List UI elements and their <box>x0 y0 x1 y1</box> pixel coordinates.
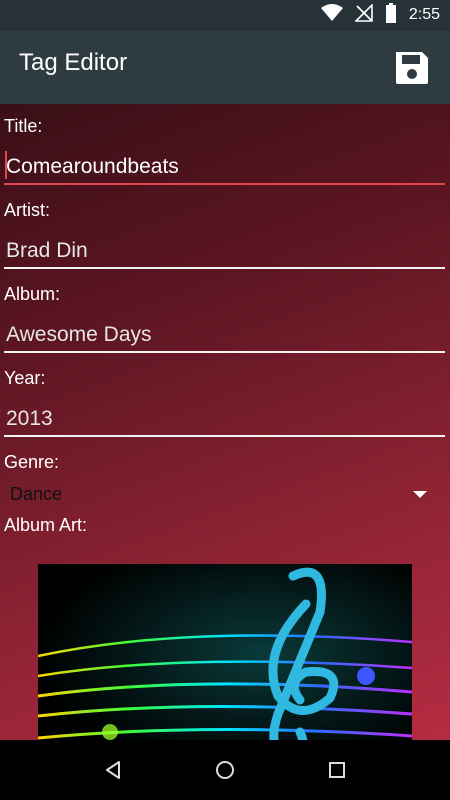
album-art-image[interactable] <box>38 564 412 740</box>
navigation-bar <box>0 740 450 800</box>
dropdown-arrow-icon <box>413 491 427 498</box>
back-button[interactable] <box>98 755 128 785</box>
status-icons: 2:55 <box>320 2 440 28</box>
artist-field-underline <box>4 267 445 269</box>
genre-label: Genre: <box>4 452 60 472</box>
home-icon <box>216 761 234 779</box>
home-button[interactable] <box>210 755 240 785</box>
artist-field[interactable]: Brad Din <box>6 239 88 263</box>
battery-icon <box>385 2 397 28</box>
year-field[interactable]: 2013 <box>6 407 53 431</box>
no-signal-icon <box>353 2 373 27</box>
album-field[interactable]: Awesome Days <box>6 323 152 347</box>
status-bar: 2:55 <box>0 0 450 30</box>
genre-selected-value: Dance <box>10 484 63 504</box>
status-time: 2:55 <box>408 6 440 23</box>
back-icon <box>106 761 120 779</box>
title-field-underline <box>4 183 445 185</box>
year-field-underline <box>4 435 445 437</box>
app-bar: Tag Editor <box>0 30 450 104</box>
artist-label: Artist: <box>4 200 51 220</box>
title-label: Title: <box>4 116 43 136</box>
year-label: Year: <box>4 368 46 388</box>
album-label: Album: <box>4 284 61 304</box>
genre-dropdown[interactable]: Dance <box>0 480 450 516</box>
album-field-underline <box>4 351 445 353</box>
wifi-icon <box>320 3 343 27</box>
save-icon <box>396 52 428 84</box>
album-art-label: Album Art: <box>4 515 88 535</box>
save-button[interactable] <box>388 44 436 92</box>
recents-icon <box>329 762 345 778</box>
tag-editor-form: Title: Comearoundbeats Artist: Brad Din … <box>0 104 450 740</box>
title-field[interactable]: Comearoundbeats <box>6 155 179 179</box>
page-title: Tag Editor <box>19 49 128 76</box>
recents-button[interactable] <box>322 755 352 785</box>
